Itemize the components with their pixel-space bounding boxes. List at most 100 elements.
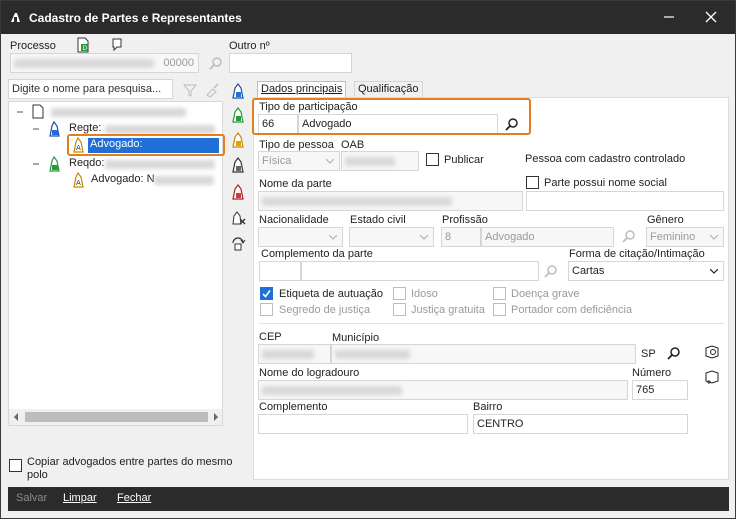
new-document-icon[interactable]: D — [75, 37, 91, 53]
cep-input[interactable] — [258, 344, 331, 364]
svg-text:A: A — [76, 179, 81, 187]
tree-advogado2-label: Advogado: N — [91, 173, 155, 185]
nacionalidade-label: Nacionalidade — [259, 214, 329, 226]
advogado2-redacted — [154, 176, 214, 185]
segredo-checkbox[interactable] — [260, 303, 273, 316]
forma-citacao-select[interactable]: Cartas — [568, 261, 724, 281]
remove-party-icon[interactable] — [230, 184, 246, 200]
publicar-checkbox[interactable] — [426, 153, 439, 166]
numero-input[interactable]: 765 — [632, 380, 688, 400]
close-button[interactable] — [696, 5, 726, 29]
fechar-button[interactable]: Fechar — [117, 492, 151, 504]
processo-input[interactable]: 00000 — [10, 53, 199, 73]
nome-social-label: Parte possui nome social — [544, 177, 667, 189]
scroll-left-icon[interactable] — [12, 413, 20, 421]
reqdo-redacted — [105, 160, 215, 169]
oab-label: OAB — [341, 139, 365, 151]
collapse-icon[interactable] — [31, 159, 41, 169]
logradouro-input[interactable] — [258, 380, 628, 400]
estado-civil-select[interactable] — [349, 227, 434, 247]
salvar-button[interactable]: Salvar — [16, 492, 47, 504]
search-processo-icon[interactable] — [208, 56, 224, 72]
search-input[interactable]: Digite o nome para pesquisa... — [8, 79, 173, 99]
municipio-redacted — [335, 349, 410, 359]
window-title: Cadastro de Partes e Representantes — [29, 11, 242, 25]
estado-civil-label: Estado civil — [350, 214, 406, 226]
bairro-input[interactable]: CENTRO — [473, 414, 688, 434]
nome-social-checkbox[interactable] — [526, 176, 539, 189]
chevron-down-icon — [326, 159, 334, 164]
tab-qualificacao[interactable]: Qualificação — [354, 81, 423, 98]
plaintiff-icon — [49, 121, 60, 137]
nome-social-input[interactable] — [526, 191, 724, 211]
add-lawyer-icon[interactable] — [230, 132, 246, 148]
horizontal-scrollbar[interactable] — [9, 409, 222, 425]
selection-highlight — [67, 134, 225, 156]
deficiencia-checkbox[interactable] — [493, 303, 506, 316]
note-icon[interactable] — [109, 37, 125, 53]
numero-label: Número — [632, 367, 672, 379]
outro-input[interactable] — [229, 53, 352, 73]
etiqueta-label: Etiqueta de autuação — [279, 288, 383, 300]
profissao-code[interactable]: 8 — [441, 227, 481, 247]
nome-parte-redacted — [262, 196, 452, 206]
regte-redacted — [105, 125, 215, 134]
clear-icon[interactable] — [204, 82, 220, 98]
tab-dados-principais[interactable]: Dados principais — [257, 81, 347, 98]
collapse-icon[interactable] — [15, 107, 25, 117]
search-profissao-icon[interactable] — [621, 229, 637, 245]
scroll-thumb[interactable] — [25, 412, 208, 422]
profissao-value[interactable]: Advogado — [481, 227, 614, 247]
limpar-button[interactable]: Limpar — [63, 492, 97, 504]
oab-redacted — [345, 156, 395, 166]
parties-tree[interactable]: Regte: A Advogado: Reqdo: A Advogado: N — [8, 101, 225, 426]
nome-parte-label: Nome da parte — [259, 178, 332, 190]
nome-parte-input[interactable] — [258, 191, 523, 211]
nacionalidade-select[interactable] — [258, 227, 343, 247]
doenca-checkbox[interactable] — [493, 287, 506, 300]
outro-label: Outro nº — [229, 40, 270, 52]
delete-icon[interactable] — [230, 210, 246, 226]
complemento-parte-code[interactable] — [259, 261, 301, 281]
oab-input[interactable] — [341, 151, 419, 171]
deficiencia-label: Portador com deficiência — [511, 304, 633, 316]
municipio-input[interactable] — [331, 344, 636, 364]
add-other-icon[interactable] — [230, 157, 246, 173]
complemento-label: Complemento — [259, 401, 328, 413]
gratuita-checkbox[interactable] — [393, 303, 406, 316]
copiar-advogados-checkbox[interactable] — [9, 459, 22, 472]
search-municipio-icon[interactable] — [666, 346, 682, 362]
app-icon — [11, 13, 20, 22]
move-icon[interactable] — [230, 235, 246, 251]
add-defendant-icon[interactable] — [230, 107, 246, 123]
scroll-right-icon[interactable] — [212, 413, 220, 421]
idoso-checkbox[interactable] — [393, 287, 406, 300]
municipio-label: Município — [332, 332, 380, 344]
forma-citacao-label: Forma de citação/Intimação — [569, 248, 705, 260]
complemento-parte-label: Complemento da parte — [261, 248, 373, 260]
add-address-icon[interactable] — [704, 369, 720, 385]
filter-icon[interactable] — [182, 82, 198, 98]
controlado-label: Pessoa com cadastro controlado — [525, 153, 686, 165]
segredo-label: Segredo de justiça — [279, 304, 371, 316]
search-cep-icon[interactable] — [704, 344, 720, 360]
svg-text:D: D — [83, 45, 88, 52]
close-icon — [705, 11, 717, 23]
logradouro-label: Nome do logradouro — [259, 367, 360, 379]
tipo-pessoa-select[interactable]: Física — [258, 151, 340, 171]
lawyer-icon: A — [73, 172, 84, 188]
complemento-input[interactable] — [258, 414, 468, 434]
search-complemento-icon[interactable] — [543, 264, 559, 280]
collapse-icon[interactable] — [31, 124, 41, 134]
genero-value: Feminino — [650, 231, 696, 243]
defendant-icon — [49, 156, 60, 172]
complemento-parte-input[interactable] — [301, 261, 539, 281]
minimize-button[interactable] — [654, 5, 684, 29]
add-plaintiff-icon[interactable] — [230, 83, 246, 99]
tab-qualif-label: Qualificação — [358, 83, 419, 95]
processo-label: Processo — [10, 40, 56, 52]
processo-redacted — [14, 58, 154, 68]
genero-select[interactable]: Feminino — [646, 227, 724, 247]
etiqueta-checkbox[interactable] — [260, 287, 273, 300]
process-redacted — [51, 108, 186, 117]
